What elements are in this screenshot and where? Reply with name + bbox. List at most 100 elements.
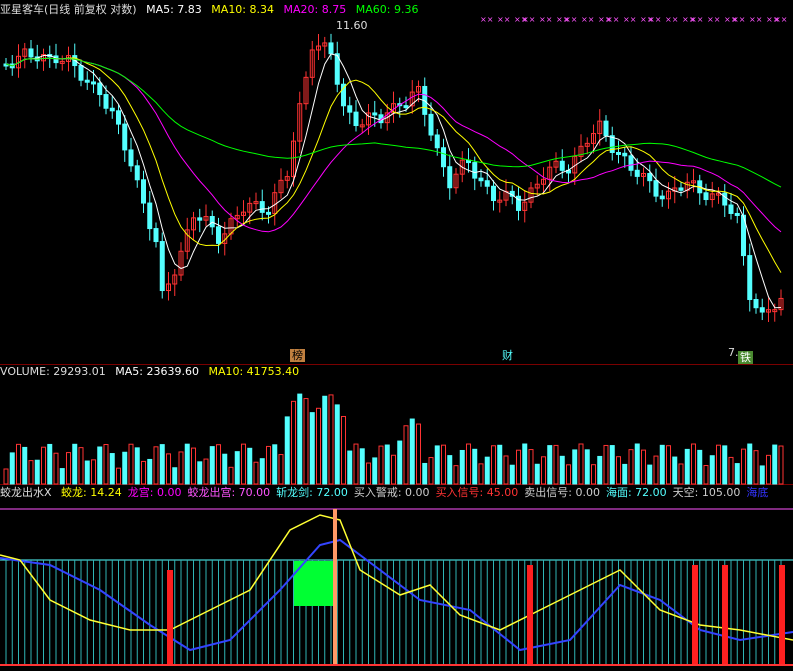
- candle-body: [347, 105, 353, 113]
- volume-bar: [678, 463, 684, 485]
- volume-bar: [759, 465, 765, 485]
- volume-bar: [409, 418, 415, 485]
- volume-bar: [503, 455, 509, 485]
- volume-bar: [3, 468, 9, 485]
- volume-bar: [41, 446, 46, 485]
- volume-bar: [341, 415, 346, 485]
- candle-body: [622, 152, 628, 157]
- volume-bar: [403, 425, 409, 485]
- volume-bar: [303, 398, 309, 485]
- signal-mark: ××: [707, 15, 720, 24]
- candle-body: [472, 162, 478, 179]
- volume-bar: [134, 447, 140, 485]
- volume-bar: [453, 465, 459, 485]
- volume-bar: [328, 394, 334, 485]
- volume-bar: [372, 457, 378, 485]
- candle-body: [372, 112, 378, 116]
- volume-bar: [484, 456, 490, 485]
- volume-bar: [528, 449, 534, 485]
- volume-bar: [247, 447, 253, 485]
- volume-bar: [591, 464, 596, 485]
- volume-bar: [716, 444, 721, 485]
- volume-bar: [266, 445, 271, 485]
- candle-body: [153, 228, 159, 243]
- volume-bar: [166, 453, 171, 485]
- stock-chart-canvas[interactable]: ×× ×× ×××× ×× ×××× ×× ×××× ×× ×××× ×× ×××× ×× ×××× ××…: [0, 0, 793, 671]
- volume-bar: [28, 460, 34, 485]
- candle-body: [628, 155, 634, 171]
- buy-signal-bar: [167, 570, 173, 665]
- signal-mark: ××: [497, 15, 510, 24]
- volume-bar: [584, 449, 590, 485]
- volume-bar: [734, 463, 740, 485]
- signal-mark: ××: [665, 15, 678, 24]
- candle-body: [659, 195, 665, 200]
- volume-bar: [378, 445, 384, 485]
- volume-bar: [653, 455, 659, 485]
- volume-bar: [766, 454, 771, 485]
- volume-bar: [72, 443, 78, 485]
- volume-bar: [197, 461, 203, 485]
- candle-body: [603, 120, 609, 137]
- volume-bar: [384, 444, 390, 485]
- volume-bar: [422, 462, 428, 485]
- volume-bar: [297, 393, 303, 485]
- candle-body: [647, 172, 653, 182]
- volume-bar: [103, 444, 109, 485]
- volume-bar: [153, 446, 159, 485]
- volume-bar: [47, 443, 53, 485]
- signal-mark: ××: [690, 15, 703, 24]
- candle-body: [753, 299, 759, 309]
- volume-bar: [184, 443, 190, 485]
- volume-bar: [472, 448, 478, 485]
- buy-signal-bar: [527, 565, 533, 665]
- volume-bar: [122, 451, 128, 485]
- candle-body: [747, 255, 753, 301]
- volume-bar: [109, 453, 115, 485]
- volume-bar: [259, 458, 265, 485]
- volume-bar: [284, 416, 290, 485]
- candle-body: [678, 187, 684, 191]
- candle-body: [559, 160, 565, 171]
- volume-bar: [141, 460, 146, 485]
- buy-signal-bar: [692, 565, 698, 665]
- volume-bar: [691, 443, 696, 485]
- volume-bar: [541, 456, 546, 485]
- candle-body: [441, 147, 446, 168]
- candle-body: [53, 55, 59, 64]
- candle-body: [447, 166, 453, 189]
- volume-bar: [684, 448, 690, 485]
- volume-bar: [616, 456, 621, 485]
- marker-bang[interactable]: 榜: [290, 349, 305, 362]
- signal-mark: ××: [564, 15, 577, 24]
- volume-bar: [659, 444, 665, 485]
- marker-cai[interactable]: 财: [500, 349, 515, 362]
- volume-bar: [609, 445, 615, 485]
- volume-bar: [234, 451, 240, 485]
- candle-body: [266, 211, 271, 215]
- volume-bar: [191, 447, 196, 485]
- candle-body: [328, 42, 334, 55]
- volume-bar: [441, 444, 446, 485]
- candle-body: [478, 177, 484, 182]
- volume-bar: [566, 464, 571, 485]
- candle-body: [484, 180, 490, 187]
- candle-body: [109, 107, 115, 112]
- candle-body: [653, 180, 659, 197]
- volume-bar: [91, 459, 96, 485]
- signal-mark: ××: [623, 15, 636, 24]
- volume-bar: [634, 443, 640, 485]
- volume-bar: [16, 443, 21, 485]
- candle-body: [634, 169, 640, 177]
- ma10-line: [5, 57, 782, 273]
- candle-body: [197, 217, 203, 221]
- volume-bar: [559, 455, 565, 485]
- candle-body: [84, 79, 90, 83]
- volume-bar: [666, 445, 671, 485]
- volume-bar: [722, 445, 728, 485]
- volume-bar: [309, 412, 315, 485]
- volume-bar: [59, 468, 65, 485]
- candle-body: [428, 113, 434, 136]
- volume-bar: [66, 452, 71, 485]
- candle-body: [97, 82, 103, 96]
